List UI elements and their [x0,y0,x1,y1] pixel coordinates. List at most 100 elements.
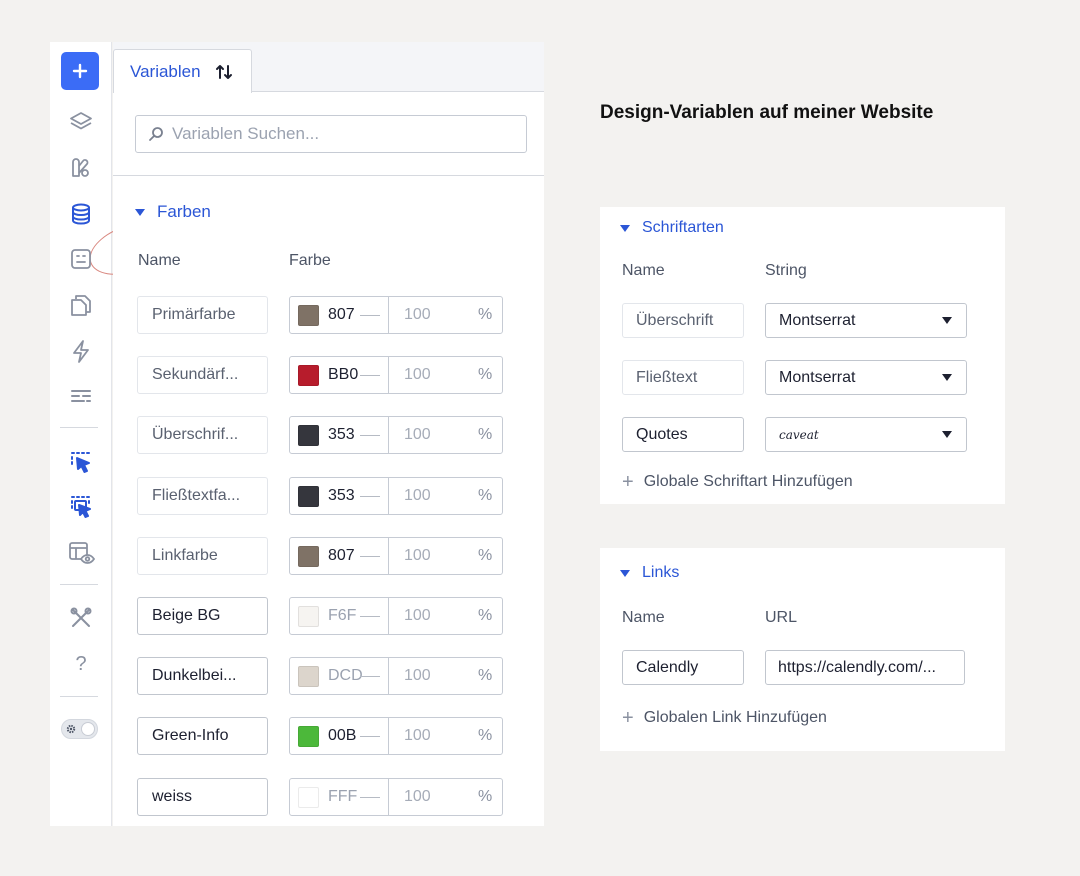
color-value-field[interactable]: FFF 100% [289,777,503,816]
tools-button[interactable] [50,598,112,638]
color-value-field[interactable]: 807 100% [289,536,503,575]
pages-button[interactable] [50,285,112,325]
variable-name-field[interactable]: Primärfarbe [137,296,268,334]
hex-value[interactable]: 807 [328,547,364,565]
tools-icon [70,607,92,627]
variable-name-field[interactable]: weiss [137,777,268,816]
opacity-value[interactable]: 100 [404,547,431,565]
search-input[interactable] [172,124,512,144]
toolbar-divider [60,584,98,585]
add-link-label: Globalen Link Hinzufügen [643,709,827,726]
color-variable-row: Primärfarbe 807 100% [113,296,544,336]
hex-value[interactable]: FFF [328,788,364,806]
field-separator [388,778,389,815]
help-button[interactable]: ? [50,644,112,684]
color-swatch[interactable] [298,545,319,567]
variable-name-field[interactable]: Beige BG [137,597,268,635]
opacity-value[interactable]: 100 [404,426,431,444]
variable-name-field[interactable]: Green-Info [137,717,268,756]
color-swatch[interactable] [298,606,319,627]
font-name-field[interactable]: Quotes [622,417,744,452]
hex-value[interactable]: 807 [328,306,364,324]
tab-bar: Variablen [113,42,544,93]
opacity-value[interactable]: 100 [404,306,431,324]
color-swatch[interactable] [298,365,319,387]
percent-unit: % [478,426,493,444]
search-field[interactable] [135,115,527,153]
color-variable-row: weiss FFF 100% [113,777,544,818]
color-value-field[interactable]: DCD 100% [289,657,503,696]
color-swatch[interactable] [298,726,319,748]
color-swatch[interactable] [298,305,319,326]
font-name-field[interactable]: Fließtext [622,360,744,395]
variables-panel: Variablen Farben Name Farbe Primärfarbe 8… [113,42,544,826]
opacity-value[interactable]: 100 [404,366,431,384]
forms-icon [71,390,91,402]
theme-toggle[interactable] [61,719,98,739]
links-card: Links Name URL Calendly https://calendly… [600,548,1005,751]
interactions-button[interactable] [50,331,112,371]
variable-name-field[interactable]: Sekundärf... [137,356,268,395]
hex-value[interactable]: F6F [328,607,364,625]
opacity-value[interactable]: 100 [404,667,431,685]
lightning-icon [73,340,89,363]
templates-button[interactable] [50,239,112,279]
font-family-select[interactable]: Montserrat [765,360,967,395]
font-family-select[interactable]: caveat [765,417,967,452]
hex-overflow [360,676,380,678]
opacity-value[interactable]: 100 [404,788,431,806]
colors-section-toggle[interactable]: Farben [135,202,211,222]
color-swatch[interactable] [298,425,319,447]
hex-value[interactable]: 00B [328,727,364,745]
styles-button[interactable] [50,148,112,188]
links-section-toggle[interactable]: Links [620,564,679,582]
variable-name-field[interactable]: Dunkelbei... [137,657,268,696]
column-header-name: Name [622,262,665,279]
hex-value[interactable]: 353 [328,426,364,444]
sort-icon[interactable] [215,63,233,81]
select-button[interactable] [50,442,112,482]
color-value-field[interactable]: F6F 100% [289,597,503,635]
color-value-field[interactable]: 353 100% [289,476,503,515]
color-swatch[interactable] [298,485,319,507]
forms-button[interactable] [50,376,112,416]
opacity-value[interactable]: 100 [404,487,431,505]
color-value-field[interactable]: 00B 100% [289,717,503,756]
font-name-field[interactable]: Überschrift [622,303,744,338]
variable-name-field[interactable]: Fließtextfa... [137,476,268,515]
font-family-select[interactable]: Montserrat [765,303,967,338]
color-value-field[interactable]: 807 100% [289,296,503,334]
hex-value[interactable]: 353 [328,487,364,505]
add-font-label: Globale Schriftart Hinzufügen [643,473,853,490]
color-value-field[interactable]: 353 100% [289,416,503,455]
tab-variables[interactable]: Variablen [113,49,252,93]
add-font-button[interactable]: + Globale Schriftart Hinzufügen [622,472,853,492]
color-variable-row: Green-Info 00B 100% [113,717,544,757]
add-element-button[interactable] [61,52,99,90]
preview-button[interactable] [50,533,112,573]
color-variable-row: Sekundärf... BB0 100% [113,356,544,396]
section-title: Schriftarten [642,219,724,236]
hex-value[interactable]: DCD [328,667,364,685]
layers-button[interactable] [50,102,112,142]
toggle-knob [81,722,95,736]
opacity-value[interactable]: 100 [404,607,431,625]
color-value-field[interactable]: BB0 100% [289,356,503,395]
link-name-field[interactable]: Calendly [622,650,744,685]
field-separator [388,718,389,755]
fonts-section-toggle[interactable]: Schriftarten [620,219,724,237]
link-url-field[interactable]: https://calendly.com/... [765,650,965,685]
add-link-button[interactable]: + Globalen Link Hinzufügen [622,708,827,728]
color-swatch[interactable] [298,786,319,808]
column-header-name: Name [622,609,665,626]
field-separator [388,297,389,333]
variable-name-field[interactable]: Überschrif... [137,416,268,455]
hex-value[interactable]: BB0 [328,366,364,384]
variables-button[interactable] [50,194,112,234]
multi-select-button[interactable] [50,487,112,527]
variable-name-field[interactable]: Linkfarbe [137,536,268,575]
opacity-value[interactable]: 100 [404,727,431,745]
hex-overflow [360,796,380,798]
chevron-down-icon [620,224,630,232]
color-swatch[interactable] [298,666,319,688]
